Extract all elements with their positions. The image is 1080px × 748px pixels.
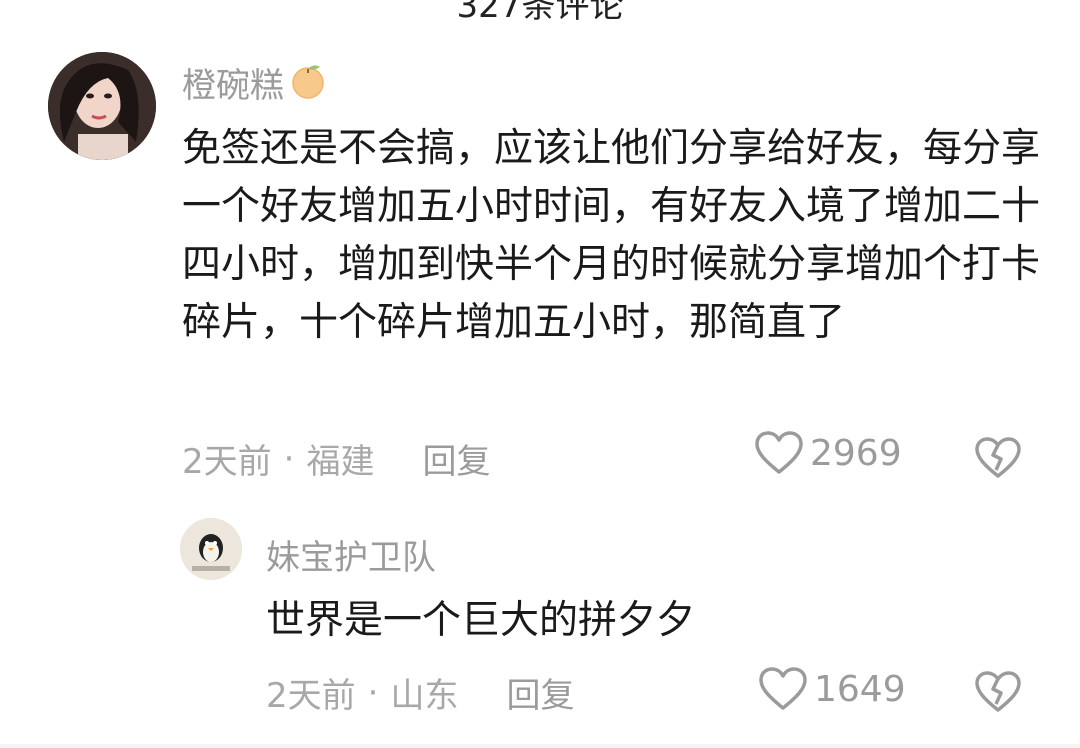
comment-text: 免签还是不会搞，应该让他们分享给好友，每分享一个好友增加五小时时间，有好友入境了… [182, 126, 1041, 345]
comment-username[interactable]: 妹宝护卫队 [266, 530, 436, 579]
comment-location: 山东 [390, 676, 459, 716]
comment-time: 2天前 [182, 442, 272, 482]
dislike-button[interactable] [974, 436, 1022, 480]
like-count: 2969 [810, 432, 902, 474]
orange-icon [288, 61, 328, 101]
comment-username[interactable]: 橙碗糕 [182, 58, 328, 107]
broken-heart-icon [975, 437, 1021, 478]
dislike-button[interactable] [974, 670, 1022, 714]
broken-heart-icon [975, 671, 1021, 712]
comment-meta: 2天前 · 山东 回复 [266, 668, 574, 717]
comments-page: 327条评论 橙碗糕 免签还是不会搞，应该让他们分享给好友，每分享一个好友增加五… [0, 0, 1080, 748]
reply-button[interactable]: 回复 [506, 668, 574, 717]
reply-button[interactable]: 回复 [422, 434, 490, 483]
avatar[interactable] [180, 518, 242, 580]
divider [0, 744, 1080, 748]
like-count: 1649 [814, 668, 906, 710]
comment-location: 福建 [306, 442, 375, 482]
like-button[interactable]: 1649 [758, 666, 906, 712]
comment-text: 世界是一个巨大的拼夕夕 [266, 598, 696, 643]
separator-dot: · [367, 672, 379, 713]
heart-outline-icon [755, 431, 803, 474]
heart-outline-icon [759, 667, 807, 710]
comment-count-title: 327条评论 [456, 0, 624, 26]
comment-time: 2天前 [266, 676, 356, 716]
separator-dot: · [283, 438, 295, 479]
like-button[interactable]: 2969 [754, 430, 902, 476]
username-text: 橙碗糕 [182, 66, 284, 106]
avatar[interactable] [48, 52, 156, 160]
comment-meta: 2天前 · 福建 回复 [182, 434, 490, 483]
